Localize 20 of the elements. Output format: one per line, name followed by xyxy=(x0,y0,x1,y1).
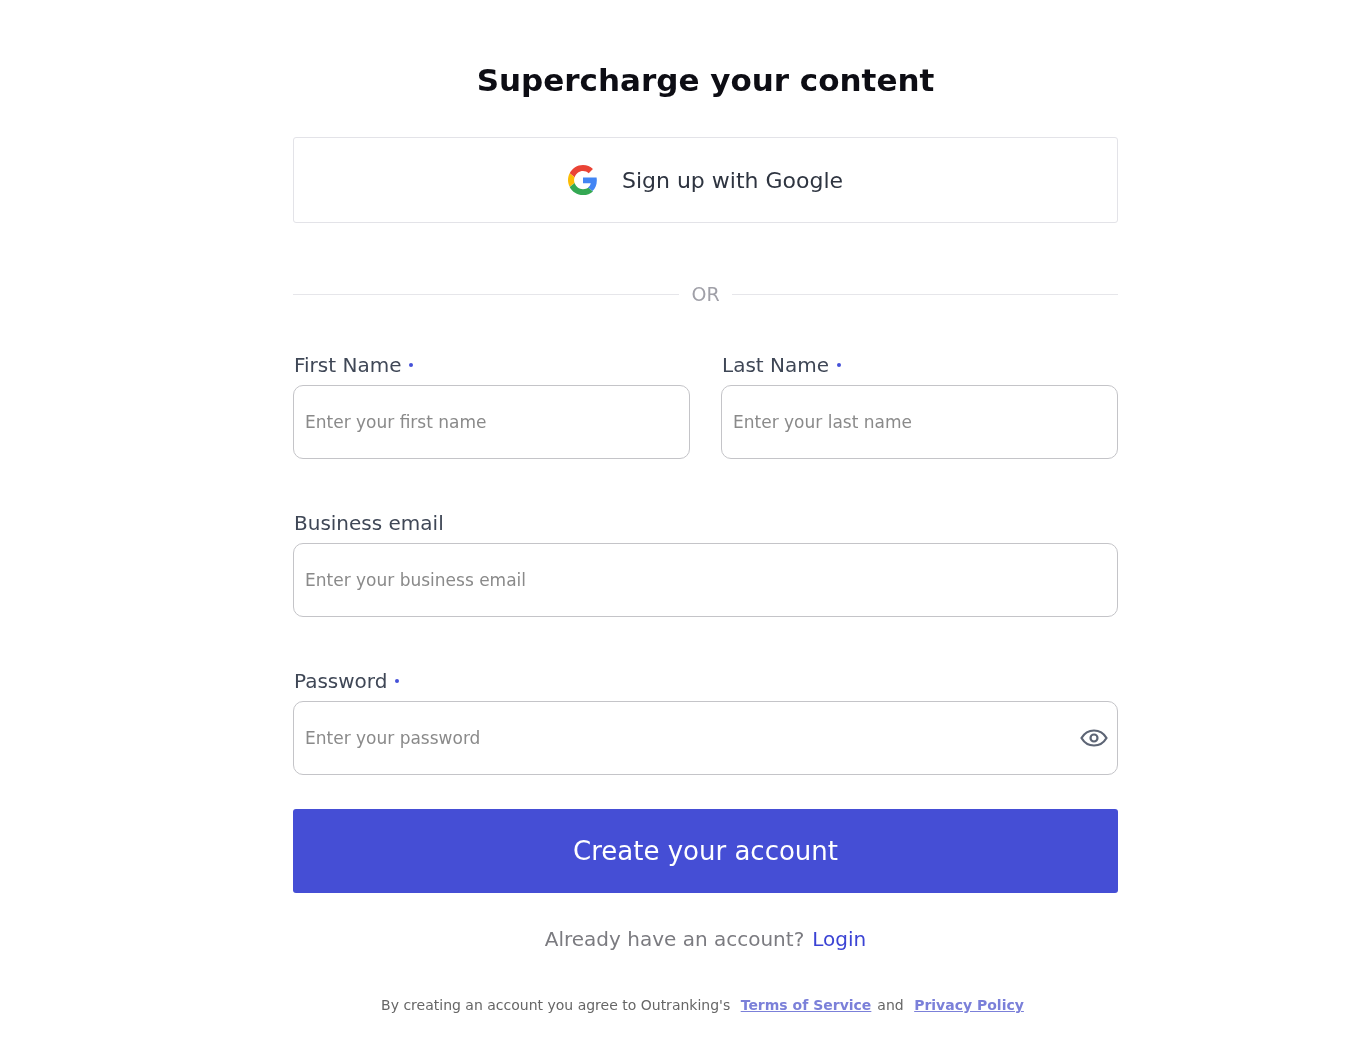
field-label: Last Name xyxy=(722,353,830,377)
google-icon xyxy=(567,165,598,195)
input-field[interactable]: Enter your business email xyxy=(293,543,1118,617)
input-field[interactable]: Enter your last name xyxy=(721,385,1118,459)
legal-text: By creating an account you agree to Outranking's Terms of Service and Privacy Policy xyxy=(380,997,1025,1013)
password-field[interactable]: Enter your password xyxy=(293,701,1118,775)
terms-link[interactable]: Terms of Service xyxy=(740,997,872,1013)
show-password-button[interactable] xyxy=(1080,729,1108,747)
field-label: Password xyxy=(294,669,388,693)
eye-icon xyxy=(1080,729,1108,747)
create-account-button[interactable]: Create your account xyxy=(293,809,1118,893)
login-prompt: Already have an account? xyxy=(544,927,805,951)
login-link[interactable]: Login xyxy=(812,927,867,951)
privacy-link[interactable]: Privacy Policy xyxy=(914,997,1024,1013)
google-signup-button[interactable]: Sign up with Google xyxy=(293,137,1118,223)
divider-label: OR xyxy=(691,283,720,305)
page-title: Supercharge your content xyxy=(475,61,936,100)
input-field[interactable]: Enter your first name xyxy=(293,385,690,459)
field-label: First Name xyxy=(294,353,402,377)
field-label: Business email xyxy=(294,511,444,535)
